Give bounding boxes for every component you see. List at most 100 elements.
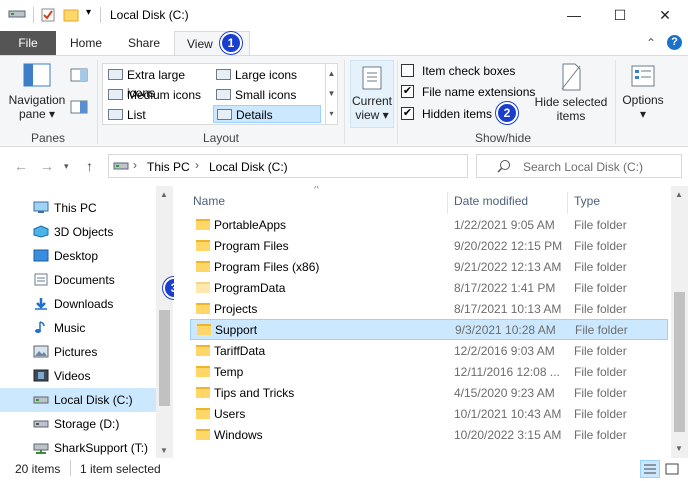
file-row[interactable]: Users 10/1/2021 10:43 AM File folder xyxy=(190,404,668,425)
minimize-button[interactable]: — xyxy=(551,0,597,30)
address-bar[interactable]: › This PC › Local Disk (C:) ▾ ↻ xyxy=(108,154,571,178)
layout-list[interactable]: List xyxy=(105,106,211,124)
options-label-1: Options xyxy=(622,93,664,107)
scroll-up-icon[interactable]: ▲ xyxy=(675,190,683,199)
hide-selected-items-button[interactable]: Hide selected items xyxy=(533,62,609,123)
layout-medium-icons[interactable]: Medium icons xyxy=(105,86,211,104)
nav-item-3d-objects[interactable]: 3D Objects xyxy=(0,220,156,244)
nav-item-local-disk-c[interactable]: Local Disk (C:) xyxy=(0,388,156,412)
callout-badge-2: 2 xyxy=(496,102,518,124)
details-pane-icon[interactable] xyxy=(70,100,88,117)
recent-locations-icon[interactable]: ▾ xyxy=(64,161,69,172)
navpane-scrollbar[interactable]: ▲ ▼ xyxy=(156,186,173,458)
file-row[interactable]: Program Files (x86) 9/21/2022 12:13 AM Fil… xyxy=(190,257,668,278)
layout-gallery: Extra large icons Large icons Medium ico… xyxy=(102,63,338,125)
ribbon-view: Navigation pane ▾ Panes Extra large icon… xyxy=(0,55,688,147)
filelist-scroll-thumb[interactable] xyxy=(674,292,685,432)
details-view-button[interactable] xyxy=(640,460,660,478)
tab-file[interactable]: File xyxy=(0,31,56,56)
nav-item-this-pc[interactable]: This PC xyxy=(0,196,156,220)
folder-icon xyxy=(197,324,211,335)
hidden-folder-icon xyxy=(196,282,210,293)
nav-item-pictures[interactable]: Pictures xyxy=(0,340,156,364)
nav-item-desktop[interactable]: Desktop xyxy=(0,244,156,268)
collapse-ribbon-icon[interactable]: ⌃ xyxy=(646,36,656,50)
breadcrumb-this-pc[interactable]: This PC xyxy=(147,160,190,174)
layout-large-icons[interactable]: Large icons xyxy=(213,66,321,84)
file-row[interactable]: PortableApps 1/22/2021 9:05 AM File folder xyxy=(190,215,668,236)
nav-item-documents[interactable]: Documents xyxy=(0,268,156,292)
layout-small-icons[interactable]: Small icons xyxy=(213,86,321,104)
details-view-icon xyxy=(644,464,656,474)
navigation-pane-label-2: pane ▾ xyxy=(18,107,56,121)
breadcrumb-local-disk[interactable]: Local Disk (C:) xyxy=(209,160,288,174)
nav-item-downloads[interactable]: Downloads xyxy=(0,292,156,316)
filelist-scrollbar[interactable]: ▲ ▼ xyxy=(671,186,688,458)
title-bar: ▾ Local Disk (C:) — ☐ ✕ xyxy=(0,0,688,31)
file-name-extensions-checkbox[interactable]: ✔ xyxy=(401,85,414,98)
customize-toolbar-icon[interactable]: ▾ xyxy=(86,7,91,18)
this-pc-icon xyxy=(113,160,129,175)
folder-icon xyxy=(196,261,210,272)
folder-icon xyxy=(196,240,210,251)
nav-item-sharksupport-t[interactable]: SharkSupport (T:) xyxy=(0,436,156,458)
maximize-button[interactable]: ☐ xyxy=(597,0,643,30)
file-row[interactable]: Temp 12/11/2016 12:08 ... File folder xyxy=(190,362,668,383)
tab-home[interactable]: Home xyxy=(62,31,110,56)
nav-item-videos[interactable]: Videos xyxy=(0,364,156,388)
help-icon[interactable]: ? xyxy=(667,35,682,50)
search-box[interactable]: Search Local Disk (C:) xyxy=(476,154,682,178)
navpane-scroll-thumb[interactable] xyxy=(159,310,170,406)
scroll-down-icon[interactable]: ▼ xyxy=(160,446,168,455)
close-button[interactable]: ✕ xyxy=(642,0,688,30)
options-button[interactable]: Options ▾ xyxy=(619,64,667,121)
column-header-name[interactable]: Name xyxy=(193,186,225,216)
folder-icon xyxy=(196,366,210,377)
file-row-selected[interactable]: Support 9/3/2021 10:28 AM File folder xyxy=(190,319,668,340)
current-view-label-1: Current xyxy=(351,94,392,108)
hide-selected-label-1: Hide selected xyxy=(534,95,608,109)
scroll-down-icon[interactable]: ▼ xyxy=(675,444,683,453)
new-folder-icon[interactable] xyxy=(63,7,79,23)
music-icon xyxy=(35,321,45,333)
large-icons-view-button[interactable] xyxy=(662,460,682,478)
file-row[interactable]: TariffData 12/2/2016 9:03 AM File folder xyxy=(190,341,668,362)
layout-details[interactable]: Details xyxy=(213,105,321,123)
nav-item-storage-d[interactable]: Storage (D:) xyxy=(0,412,156,436)
up-arrow-icon[interactable]: ↑ xyxy=(86,158,93,174)
file-row[interactable]: Projects 8/17/2021 10:13 AM File folder xyxy=(190,299,668,320)
file-row[interactable]: Windows 10/20/2022 3:15 AM File folder xyxy=(190,425,668,446)
folder-icon xyxy=(196,408,210,419)
file-row[interactable]: Tips and Tricks 4/15/2020 9:23 AM File fol… xyxy=(190,383,668,404)
current-view-button[interactable]: Current view ▾ xyxy=(350,60,394,128)
properties-icon[interactable] xyxy=(40,7,56,23)
layout-extra-large-icons[interactable]: Extra large icons xyxy=(105,66,211,100)
file-row[interactable]: Program Files 9/20/2022 12:15 PM File fold… xyxy=(190,236,668,257)
folder-icon xyxy=(196,429,210,440)
navigation-pane-button[interactable]: Navigation pane ▾ xyxy=(6,62,68,121)
layout-gallery-scroll[interactable]: ▲ ▼ ▾ xyxy=(325,64,337,124)
forward-arrow-icon[interactable]: → xyxy=(40,158,54,174)
sort-ascending-icon: ^ xyxy=(314,186,319,195)
item-check-boxes-option[interactable]: Item check boxes xyxy=(401,62,515,80)
file-row[interactable]: ProgramData 8/17/2022 1:41 PM File folder xyxy=(190,278,668,299)
hide-selected-icon xyxy=(561,63,581,91)
ribbon-tabs: File Home Share View ⌃ ? xyxy=(0,31,688,56)
scroll-up-icon[interactable]: ▲ xyxy=(160,190,168,199)
breadcrumb-separator: › xyxy=(133,158,137,172)
file-name-extensions-option[interactable]: ✔ File name extensions xyxy=(401,83,535,101)
column-header-type[interactable]: Type xyxy=(574,186,600,216)
preview-pane-icon[interactable] xyxy=(70,68,88,85)
pictures-icon xyxy=(33,345,49,358)
callout-badge-1: 1 xyxy=(220,32,242,54)
item-check-boxes-checkbox[interactable] xyxy=(401,64,414,77)
tab-share[interactable]: Share xyxy=(120,31,168,56)
column-header-date-modified[interactable]: Date modified xyxy=(454,186,528,216)
back-arrow-icon[interactable]: ← xyxy=(14,158,28,174)
documents-icon xyxy=(34,273,48,286)
nav-item-music[interactable]: Music xyxy=(0,316,156,340)
hidden-items-checkbox[interactable]: ✔ xyxy=(401,107,414,120)
hidden-items-option[interactable]: ✔ Hidden items xyxy=(401,105,492,123)
large-icons-view-icon xyxy=(665,463,679,475)
search-placeholder: Search Local Disk (C:) xyxy=(523,160,644,174)
